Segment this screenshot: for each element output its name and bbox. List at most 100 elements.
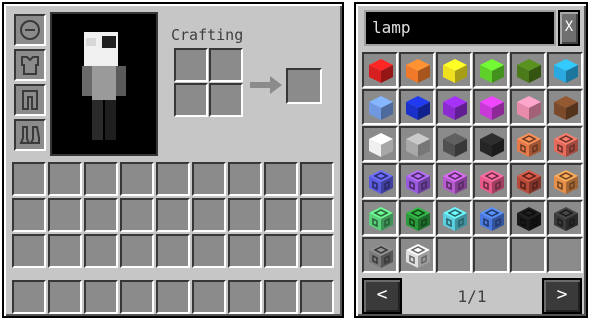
item-result-slot[interactable] — [362, 126, 398, 162]
block-icon — [554, 96, 578, 120]
item-result-slot[interactable] — [399, 200, 435, 236]
item-result-slot[interactable] — [510, 163, 546, 199]
inventory-slot[interactable] — [12, 234, 46, 268]
inventory-slot[interactable] — [264, 234, 298, 268]
empty-result-slot[interactable] — [547, 237, 583, 273]
item-result-slot[interactable] — [362, 163, 398, 199]
item-result-slot[interactable] — [510, 89, 546, 125]
item-result-slot[interactable] — [436, 126, 472, 162]
inventory-slot[interactable] — [12, 198, 46, 232]
block-icon — [554, 59, 578, 83]
item-result-slot[interactable] — [547, 200, 583, 236]
empty-result-slot[interactable] — [473, 237, 509, 273]
lamp-block-icon — [554, 207, 578, 231]
inventory-slot[interactable] — [120, 162, 154, 196]
item-result-slot[interactable] — [399, 89, 435, 125]
hotbar-slot[interactable] — [120, 280, 154, 314]
empty-result-slot[interactable] — [436, 237, 472, 273]
inventory-slot[interactable] — [300, 234, 334, 268]
inventory-slot[interactable] — [264, 162, 298, 196]
item-result-slot[interactable] — [362, 237, 398, 273]
item-result-slot[interactable] — [547, 126, 583, 162]
inventory-slot[interactable] — [48, 162, 82, 196]
inventory-slot[interactable] — [48, 234, 82, 268]
next-page-button[interactable]: > — [542, 278, 582, 314]
lamp-block-icon — [517, 133, 541, 157]
hotbar-slot[interactable] — [48, 280, 82, 314]
crafting-slot[interactable] — [174, 83, 208, 117]
lamp-block-icon — [443, 207, 467, 231]
inventory-slot[interactable] — [192, 162, 226, 196]
block-icon — [480, 59, 504, 83]
hotbar-slot[interactable] — [228, 280, 262, 314]
lamp-block-icon — [517, 207, 541, 231]
item-result-slot[interactable] — [473, 200, 509, 236]
chestplate-icon — [21, 56, 39, 75]
item-result-slot[interactable] — [510, 200, 546, 236]
item-result-slot[interactable] — [399, 163, 435, 199]
search-query: lamp — [372, 18, 411, 37]
crafting-slot[interactable] — [174, 48, 208, 82]
helmet-icon — [20, 20, 40, 40]
item-result-slot[interactable] — [473, 89, 509, 125]
leggings-slot[interactable] — [14, 84, 46, 116]
inventory-slot[interactable] — [12, 162, 46, 196]
inventory-slot[interactable] — [156, 162, 190, 196]
inventory-slot[interactable] — [156, 234, 190, 268]
item-result-slot[interactable] — [436, 163, 472, 199]
inventory-slot[interactable] — [300, 198, 334, 232]
crafting-slot[interactable] — [209, 83, 243, 117]
crafting-slot[interactable] — [209, 48, 243, 82]
inventory-slot[interactable] — [84, 198, 118, 232]
inventory-slot[interactable] — [192, 198, 226, 232]
item-result-slot[interactable] — [399, 126, 435, 162]
hotbar-slot[interactable] — [192, 280, 226, 314]
item-result-slot[interactable] — [473, 126, 509, 162]
inventory-slot[interactable] — [156, 198, 190, 232]
inventory-slot[interactable] — [120, 198, 154, 232]
chestplate-slot[interactable] — [14, 49, 46, 81]
inventory-slot[interactable] — [48, 198, 82, 232]
item-result-slot[interactable] — [436, 52, 472, 88]
crafting-result-slot[interactable] — [286, 68, 322, 104]
item-result-slot[interactable] — [362, 52, 398, 88]
item-result-slot[interactable] — [547, 52, 583, 88]
search-input[interactable]: lamp — [364, 10, 556, 46]
item-result-slot[interactable] — [547, 89, 583, 125]
arrow-right-icon — [250, 76, 282, 94]
inventory-slot[interactable] — [84, 234, 118, 268]
boots-slot[interactable] — [14, 119, 46, 151]
hotbar-slot[interactable] — [84, 280, 118, 314]
item-result-slot[interactable] — [399, 237, 435, 273]
item-result-slot[interactable] — [473, 163, 509, 199]
inventory-slot[interactable] — [84, 162, 118, 196]
block-icon — [480, 96, 504, 120]
hotbar-slot[interactable] — [264, 280, 298, 314]
boots-icon — [19, 126, 40, 144]
inventory-slot[interactable] — [228, 234, 262, 268]
item-result-slot[interactable] — [436, 89, 472, 125]
lamp-block-icon — [554, 133, 578, 157]
item-result-slot[interactable] — [362, 200, 398, 236]
item-result-slot[interactable] — [362, 89, 398, 125]
clear-search-button[interactable]: X — [558, 10, 580, 46]
item-result-slot[interactable] — [510, 126, 546, 162]
item-result-slot[interactable] — [547, 163, 583, 199]
item-result-slot[interactable] — [473, 52, 509, 88]
hotbar-slot[interactable] — [300, 280, 334, 314]
prev-page-button[interactable]: < — [362, 278, 402, 314]
inventory-panel: Crafting — [2, 2, 344, 318]
inventory-slot[interactable] — [228, 162, 262, 196]
inventory-slot[interactable] — [264, 198, 298, 232]
empty-result-slot[interactable] — [510, 237, 546, 273]
inventory-slot[interactable] — [300, 162, 334, 196]
inventory-slot[interactable] — [228, 198, 262, 232]
hotbar-slot[interactable] — [156, 280, 190, 314]
item-result-slot[interactable] — [510, 52, 546, 88]
item-result-slot[interactable] — [436, 200, 472, 236]
inventory-slot[interactable] — [192, 234, 226, 268]
helmet-slot[interactable] — [14, 14, 46, 46]
item-result-slot[interactable] — [399, 52, 435, 88]
inventory-slot[interactable] — [120, 234, 154, 268]
hotbar-slot[interactable] — [12, 280, 46, 314]
